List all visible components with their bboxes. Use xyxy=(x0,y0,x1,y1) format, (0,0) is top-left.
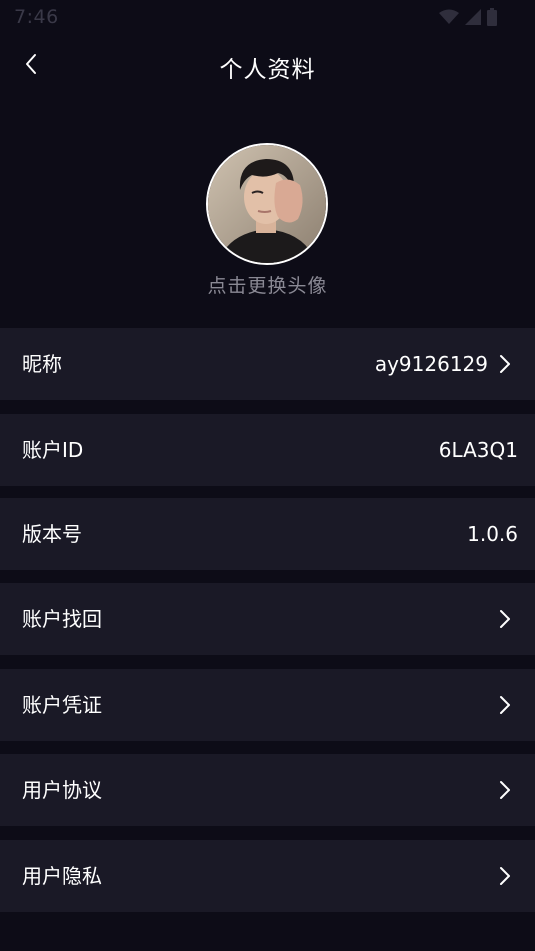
status-icons xyxy=(439,8,497,26)
row-label: 版本号 xyxy=(22,522,82,546)
row-label: 账户凭证 xyxy=(22,693,102,717)
chevron-right-icon xyxy=(500,355,510,373)
nav-bar: 个人资料 xyxy=(0,36,535,92)
avatar-photo xyxy=(208,145,326,263)
chevron-right-icon xyxy=(500,781,510,799)
status-bar: 7:46 xyxy=(0,0,535,36)
row-label: 用户隐私 xyxy=(22,864,102,888)
row-value: ay9126129 xyxy=(374,352,488,376)
signal-icon xyxy=(465,9,481,25)
row-label: 账户ID xyxy=(22,438,84,462)
row-account-id: 账户ID 6LA3Q1 xyxy=(0,414,535,486)
chevron-right-icon xyxy=(500,610,510,628)
row-nickname[interactable]: 昵称 ay9126129 xyxy=(0,328,535,400)
page-title: 个人资料 xyxy=(219,57,316,83)
status-time: 7:46 xyxy=(14,6,59,28)
wifi-icon xyxy=(439,9,459,24)
avatar[interactable] xyxy=(206,143,328,265)
row-label: 用户协议 xyxy=(22,778,102,802)
row-account-recovery[interactable]: 账户找回 xyxy=(0,583,535,655)
battery-icon xyxy=(487,8,497,26)
row-label: 账户找回 xyxy=(22,607,102,631)
row-user-privacy[interactable]: 用户隐私 xyxy=(0,840,535,912)
chevron-right-icon xyxy=(500,867,510,885)
row-user-agreement[interactable]: 用户协议 xyxy=(0,754,535,826)
chevron-right-icon xyxy=(500,696,510,714)
row-value: 6LA3Q1 xyxy=(438,438,518,462)
change-avatar-hint[interactable]: 点击更换头像 xyxy=(0,271,535,298)
row-account-credential[interactable]: 账户凭证 xyxy=(0,669,535,741)
row-version: 版本号 1.0.6 xyxy=(0,498,535,570)
row-value: 1.0.6 xyxy=(467,522,518,546)
row-label: 昵称 xyxy=(22,352,62,376)
